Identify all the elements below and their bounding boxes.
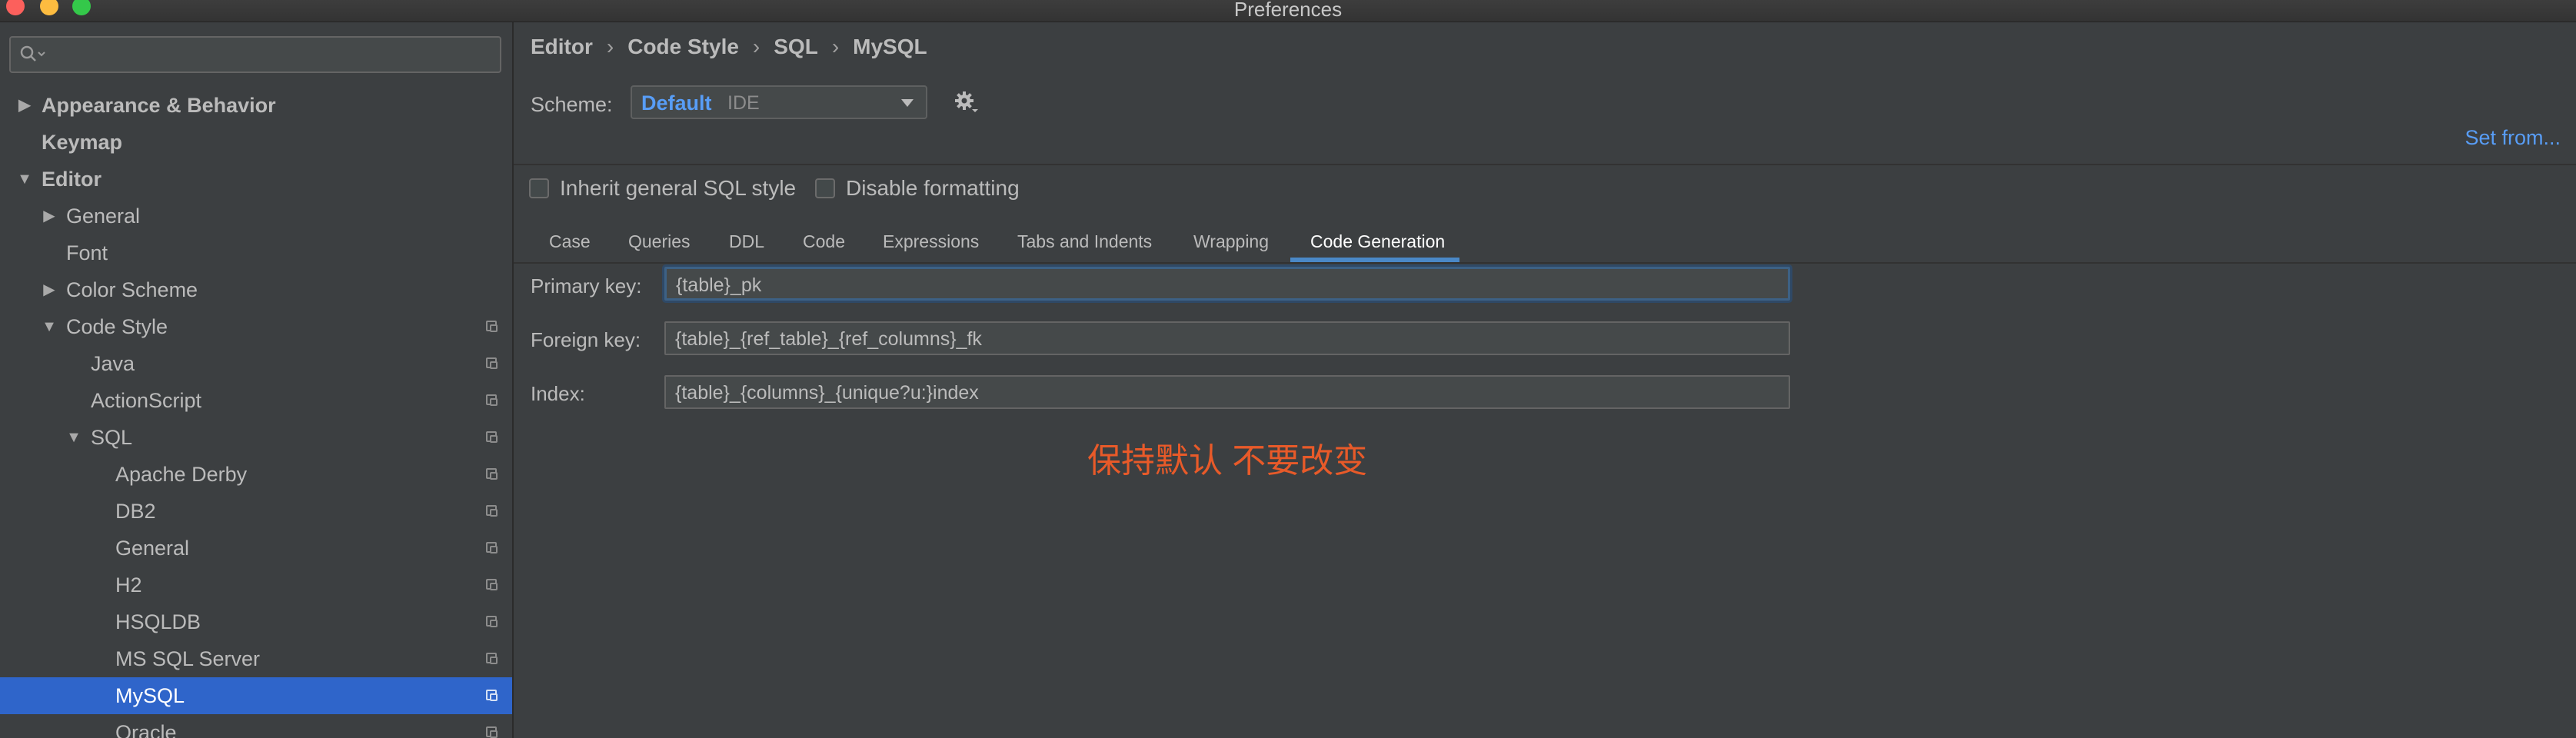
settings-search-input[interactable] (9, 36, 501, 73)
tab-code[interactable]: Code (803, 231, 845, 252)
checkbox-label: Disable formatting (846, 176, 1020, 200)
foreign-key-field[interactable]: {table}_{ref_table}_{ref_columns}_fk (664, 321, 1790, 355)
chevron-down-icon (901, 99, 914, 107)
sidebar-item-db2[interactable]: DB2 (0, 493, 512, 530)
expand-right-icon[interactable]: ▶ (42, 271, 57, 308)
primary-key-field[interactable]: {table}_pk (664, 267, 1790, 301)
window-title: Preferences (1233, 0, 1343, 21)
index-field[interactable]: {table}_{columns}_{unique?u:}index (664, 375, 1790, 409)
tab-expressions[interactable]: Expressions (883, 231, 979, 252)
sidebar-item-label: Oracle (115, 721, 177, 738)
project-scheme-icon (486, 321, 498, 332)
divider (514, 164, 2576, 165)
scheme-dropdown[interactable]: Default IDE (631, 85, 927, 119)
tab-bar: Case Queries DDL Code Expressions Tabs a… (514, 224, 2576, 264)
sidebar-item-mysql[interactable]: MySQL (0, 677, 512, 714)
sidebar-item-hsqldb[interactable]: HSQLDB (0, 603, 512, 640)
sidebar-item-label: HSQLDB (115, 610, 201, 633)
sidebar-item-general[interactable]: ▶ General (0, 198, 512, 234)
primary-key-label: Primary key: (531, 274, 642, 298)
project-scheme-icon (486, 468, 498, 480)
project-scheme-icon (486, 726, 498, 738)
sidebar-item-label: Java (91, 352, 135, 375)
sidebar-item-color-scheme[interactable]: ▶ Color Scheme (0, 271, 512, 308)
tab-wrapping[interactable]: Wrapping (1193, 231, 1269, 252)
expand-right-icon[interactable]: ▶ (17, 87, 32, 124)
checkbox-box[interactable] (529, 178, 549, 198)
title-bar: Preferences (0, 0, 2576, 22)
project-scheme-icon (486, 431, 498, 443)
sidebar-item-label: Keymap (42, 131, 123, 154)
project-scheme-icon (486, 542, 498, 554)
sidebar-item-font[interactable]: Font (0, 234, 512, 271)
sidebar-item-label: Editor (42, 168, 102, 191)
expand-down-icon[interactable]: ▼ (17, 161, 32, 198)
breadcrumb-separator: › (752, 35, 760, 58)
scheme-label: Scheme: (531, 93, 613, 116)
tab-code-generation[interactable]: Code Generation (1310, 231, 1445, 252)
project-scheme-icon (486, 357, 498, 369)
sidebar-item-apache-derby[interactable]: Apache Derby (0, 456, 512, 493)
sidebar-item-label: Appearance & Behavior (42, 94, 276, 117)
sidebar-item-label: Apache Derby (115, 463, 248, 486)
sidebar-item-java[interactable]: Java (0, 345, 512, 382)
breadcrumb-item[interactable]: Code Style (627, 35, 739, 58)
breadcrumb-item[interactable]: SQL (774, 35, 818, 58)
sidebar-item-label: MS SQL Server (115, 647, 261, 670)
foreign-key-label: Foreign key: (531, 328, 641, 351)
sidebar-item-label: H2 (115, 573, 142, 597)
sidebar-item-editor[interactable]: ▼ Editor (0, 161, 512, 198)
sidebar-item-sql[interactable]: ▼ SQL (0, 419, 512, 456)
project-scheme-icon (486, 505, 498, 517)
checkbox-box[interactable] (815, 178, 835, 198)
sidebar-item-general[interactable]: General (0, 530, 512, 567)
sidebar-item-appearance-behavior[interactable]: ▶ Appearance & Behavior (0, 87, 512, 124)
sidebar-item-label: MySQL (115, 684, 185, 707)
sidebar-item-keymap[interactable]: Keymap (0, 124, 512, 161)
active-tab-indicator (1290, 258, 1459, 262)
project-scheme-icon (486, 690, 498, 701)
expand-down-icon[interactable]: ▼ (42, 308, 57, 345)
sidebar-item-oracle[interactable]: Oracle (0, 714, 512, 738)
tab-case[interactable]: Case (549, 231, 591, 252)
annotation-note: 保持默认 不要改变 (1087, 442, 1368, 480)
sidebar-item-ms-sql-server[interactable]: MS SQL Server (0, 640, 512, 677)
settings-tree: ▶ Appearance & Behavior Keymap ▼ Editor ▶ Gene… (0, 87, 512, 738)
project-scheme-icon (486, 616, 498, 627)
code-style-panel: Editor › Code Style › SQL › MySQL Scheme: Defa… (514, 22, 2576, 738)
sidebar-item-actionscript[interactable]: ActionScript (0, 382, 512, 419)
sidebar-item-label: ActionScript (91, 389, 202, 412)
sidebar-item-label: Code Style (66, 315, 168, 338)
project-scheme-icon (486, 579, 498, 590)
tab-ddl[interactable]: DDL (729, 231, 764, 252)
index-label: Index: (531, 382, 585, 405)
project-scheme-icon (486, 653, 498, 664)
sidebar-item-label: Color Scheme (66, 278, 198, 301)
sidebar-item-h2[interactable]: H2 (0, 567, 512, 603)
breadcrumb-item[interactable]: Editor (531, 35, 593, 58)
search-icon (20, 45, 45, 62)
tab-queries[interactable]: Queries (628, 231, 691, 252)
breadcrumb: Editor › Code Style › SQL › MySQL (531, 35, 927, 59)
scheme-sub: IDE (727, 92, 760, 114)
project-scheme-icon (486, 394, 498, 406)
sidebar-item-label: DB2 (115, 500, 156, 523)
breadcrumb-separator: › (831, 35, 840, 58)
tab-tabs-and-indents[interactable]: Tabs and Indents (1017, 231, 1152, 252)
expand-right-icon[interactable]: ▶ (42, 198, 57, 234)
breadcrumb-item[interactable]: MySQL (853, 35, 927, 58)
sidebar-item-label: General (66, 204, 141, 228)
sidebar-item-label: Font (66, 241, 108, 264)
expand-down-icon[interactable]: ▼ (66, 419, 82, 456)
checkbox-label: Inherit general SQL style (560, 176, 797, 200)
sidebar-item-label: SQL (91, 426, 133, 449)
set-from-link[interactable]: Set from... (2465, 126, 2561, 150)
breadcrumb-separator: › (606, 35, 614, 58)
scheme-value: Default (641, 91, 712, 115)
sidebar-item-code-style[interactable]: ▼ Code Style (0, 308, 512, 345)
sidebar-item-label: General (115, 537, 190, 560)
gear-icon[interactable] (952, 88, 980, 116)
settings-sidebar: ▶ Appearance & Behavior Keymap ▼ Editor ▶ Gene… (0, 22, 514, 738)
